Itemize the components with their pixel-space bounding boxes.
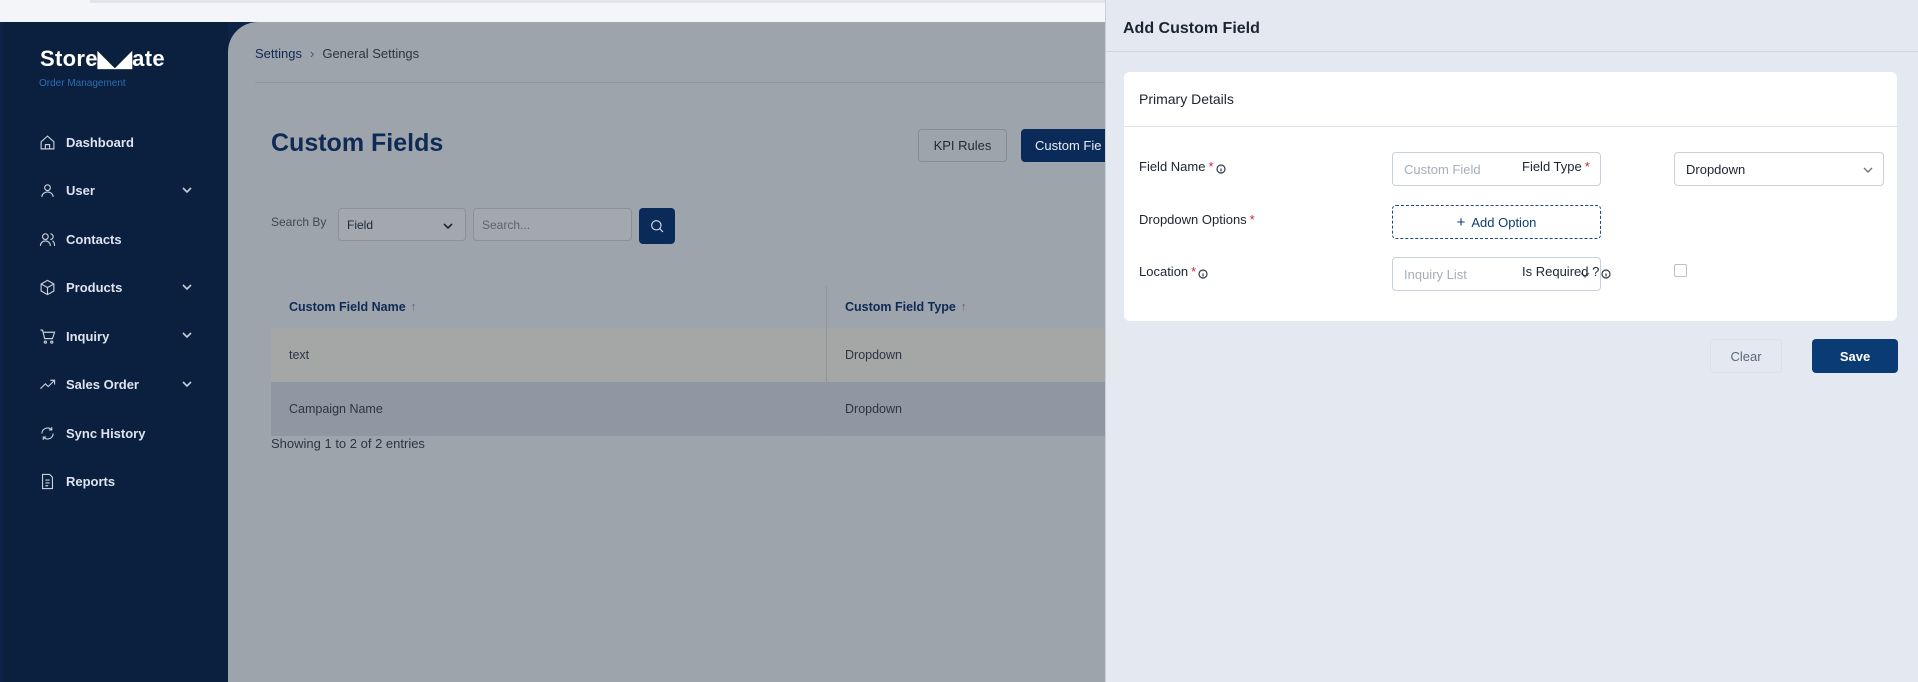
primary-details-card: Primary Details Field Name * Custom Fiel… [1124,72,1897,321]
sync-icon [41,426,54,440]
required-mark: * [1584,159,1590,174]
table-cell: text [271,328,827,382]
field-type-value: Dropdown [1686,161,1746,177]
required-mark: * [1208,159,1214,174]
required-mark: * [1249,212,1255,227]
search-icon [651,220,664,233]
home-icon [40,135,55,150]
info-icon[interactable] [1215,162,1226,174]
location-label: Location * [1139,264,1208,279]
pagination-info: Showing 1 to 2 of 2 entries [271,436,425,451]
tab-kpi-rules[interactable]: KPI Rules [918,129,1007,162]
chevron-down-icon [443,223,453,230]
chevron-down-icon [1863,167,1873,173]
table-row[interactable]: Campaign Name Dropdown [271,382,1151,436]
sidebar-item-inquiry[interactable]: Inquiry [3,312,228,361]
field-type-label: Field Type * [1522,159,1590,174]
cart-icon [40,329,56,344]
table-row[interactable]: text Dropdown [271,328,1151,382]
table-cell: Dropdown [845,348,902,362]
sidebar-item-label: Inquiry [66,328,110,344]
sidebar-item-reports[interactable]: Reports [3,458,228,507]
custom-fields-table: Custom Field Name ↑ Custom Field Type ↑ te… [271,268,1151,436]
sidebar: Store◣◢ate Order Management Dashboard Us… [3,22,228,682]
search-input[interactable]: Search... [473,208,632,241]
search-by-label: Search By [271,215,327,229]
info-icon[interactable] [1601,267,1611,279]
info-icon[interactable] [1198,267,1208,279]
sidebar-item-label: Products [66,280,123,296]
chevron-down-icon [182,380,192,387]
is-required-checkbox[interactable] [1674,264,1687,277]
table-cell: Campaign Name [271,382,827,436]
page-title: Custom Fields [271,129,444,157]
drawer-divider [1106,51,1918,52]
table-cell: Dropdown [845,402,902,416]
search-field-value: Field [347,217,374,232]
sort-arrow-icon: ↑ [410,301,417,313]
box-icon [40,280,55,296]
sort-arrow-icon: ↑ [960,301,967,313]
plus-icon: + [1456,213,1466,231]
users-icon [39,233,56,246]
app-logo[interactable]: Store◣◢ate [40,46,165,72]
sidebar-item-label: Sales Order [66,377,139,393]
app-root: Store◣◢ate Order Management Dashboard Us… [0,0,1918,682]
field-type-select[interactable]: Dropdown [1674,152,1884,186]
chevron-down-icon [182,283,192,290]
dropdown-options-label-text: Dropdown Options [1139,212,1247,227]
sidebar-item-label: Sync History [66,425,146,441]
user-icon [41,184,54,198]
sidebar-item-products[interactable]: Products [3,264,228,313]
sidebar-item-sales-order[interactable]: Sales Order [3,361,228,410]
sidebar-item-label: User [66,183,95,199]
drawer-title: Add Custom Field [1123,20,1260,37]
clear-button[interactable]: Clear [1710,339,1782,373]
search-field-select[interactable]: Field [338,208,466,241]
breadcrumb-separator: › [309,46,315,61]
dropdown-options-label: Dropdown Options * [1139,212,1255,227]
field-type-label-text: Field Type [1522,159,1582,174]
save-button[interactable]: Save [1812,339,1898,373]
location-label-text: Location [1139,264,1189,279]
sidebar-item-contacts[interactable]: Contacts [3,215,228,264]
add-option-label: Add Option [1471,214,1537,230]
sidebar-item-label: Contacts [66,231,122,247]
column-header-type[interactable]: Custom Field Type ↑ [827,286,1151,328]
location-placeholder: Inquiry List [1404,266,1467,282]
is-required-label: Is Required ? [1522,264,1611,279]
add-custom-field-drawer: Add Custom Field Primary Details Field N… [1105,0,1918,682]
breadcrumb-settings-link[interactable]: Settings [255,46,302,61]
chevron-down-icon [182,332,192,339]
chevron-down-icon [182,186,192,193]
sidebar-item-label: Reports [66,474,116,490]
column-header-label: Custom Field Type [845,300,956,314]
sidebar-item-label: Dashboard [66,134,134,150]
breadcrumb: Settings › General Settings [255,46,419,61]
required-mark: * [1191,264,1197,279]
breadcrumb-current: General Settings [322,46,420,61]
add-option-button[interactable]: + Add Option [1392,205,1601,239]
table-header: Custom Field Name ↑ Custom Field Type ↑ [271,268,1151,328]
trend-icon [40,379,56,390]
is-required-label-text: Is Required ? [1522,264,1600,279]
section-title: Primary Details [1124,72,1897,127]
report-icon [41,474,54,490]
sidebar-nav: Dashboard User Contacts Products Inquiry [3,118,228,506]
column-header-name[interactable]: Custom Field Name ↑ [271,286,827,328]
sidebar-item-sync-history[interactable]: Sync History [3,409,228,458]
field-name-label-text: Field Name [1139,159,1206,174]
app-logo-subtitle: Order Management [39,78,126,89]
search-button[interactable] [639,208,675,244]
sidebar-item-dashboard[interactable]: Dashboard [3,118,228,167]
sidebar-item-user[interactable]: User [3,167,228,216]
field-name-label: Field Name * [1139,159,1226,174]
column-header-label: Custom Field Name [289,300,406,314]
